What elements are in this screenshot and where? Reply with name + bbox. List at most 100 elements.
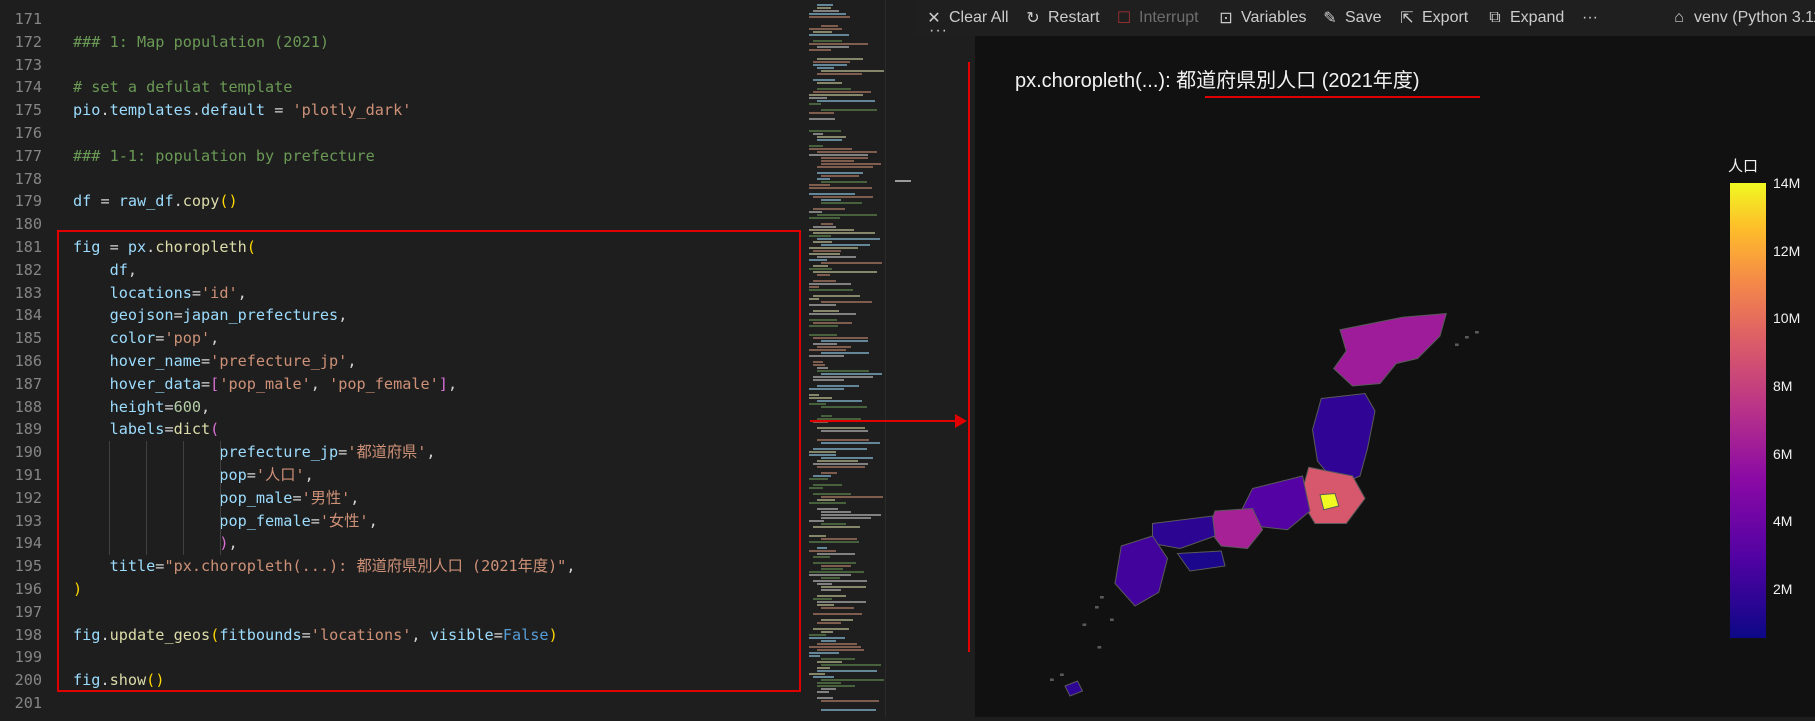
minimap-line [817,88,852,90]
minimap-line [821,568,843,570]
minimap-line [817,427,866,429]
map-island [1465,336,1469,339]
line-number: 179 [14,192,42,211]
code-token: default [201,101,266,120]
code-line[interactable]: 171 [0,8,805,31]
minimap-line [817,238,881,240]
minimap-line [817,73,863,75]
kernel-selector[interactable]: ⌂ venv (Python 3.11 [1670,0,1815,36]
code-highlight-box [57,230,801,692]
minimap-line [817,661,843,663]
minimap-line [821,517,871,519]
minimap-line [817,670,878,672]
line-number: 180 [14,215,42,234]
minimap-line [821,709,877,711]
minimap-line [813,337,868,339]
minimap-line [813,676,834,678]
minimap-line [817,82,842,84]
minimap-line [817,553,856,555]
code-token: . [100,101,110,120]
minimap-line [817,667,831,669]
map-region-shikoku[interactable] [1176,550,1226,572]
minimap-line [809,634,826,636]
minimap-line [817,274,830,276]
export-button[interactable]: ⇱ Export [1398,0,1468,36]
minimap-line [817,400,862,402]
minimap-line [813,31,833,33]
code-line[interactable]: 179 df = raw_df.copy() [0,190,805,213]
code-line[interactable]: 178 [0,168,805,191]
minimap-line [821,496,884,498]
minimap-line [817,100,875,102]
line-number: 195 [14,557,42,576]
minimap-line [813,295,860,297]
minimap-line [809,235,831,237]
minimap-line [809,502,846,504]
map-region-hokkaido[interactable] [1333,312,1447,387]
minimap-line [809,652,840,654]
line-code: df = raw_df.copy() [73,190,238,213]
minimap-line [809,304,837,306]
code-token: templates [109,101,192,120]
minimap-line [817,67,835,69]
restart-button[interactable]: ↻ Restart [1024,0,1099,36]
map-region-kyushu[interactable] [1114,535,1169,607]
minimap-line [821,70,885,72]
minimap-line [821,244,870,246]
colorbar-tick-label: 4M [1773,513,1793,530]
variables-icon: ⊡ [1219,10,1233,27]
line-number: 182 [14,260,42,279]
line-number: 191 [14,466,42,484]
save-button[interactable]: ✎ Save [1321,0,1381,36]
map-region-chugoku[interactable] [1152,515,1216,550]
interrupt-button[interactable]: ☐ Interrupt [1115,0,1199,36]
output-more-icon[interactable]: ··· [929,22,948,40]
code-line[interactable]: 176 [0,122,805,145]
minimap[interactable] [805,0,885,717]
colorbar [1730,183,1766,638]
minimap-line [813,91,871,93]
chart-title: px.choropleth(...): 都道府県別人口 (2021年度) [1015,70,1420,92]
map-island [1097,646,1102,649]
editor-scrollbar[interactable] [885,0,916,717]
code-line[interactable]: 174 # set a defulat template [0,76,805,99]
map-region-kansai[interactable] [1208,507,1264,550]
minimap-line [809,154,869,156]
minimap-line [809,43,868,45]
minimap-line [821,223,833,225]
variables-button[interactable]: ⊡ Variables [1217,0,1306,36]
minimap-line [813,64,848,66]
code-line[interactable]: 175 pio.templates.default = 'plotly_dark' [0,99,805,122]
code-line[interactable]: 172 ### 1: Map population (2021) [0,31,805,54]
minimap-line [809,103,822,105]
line-number: 200 [14,671,42,690]
minimap-line [813,379,845,381]
minimap-line [813,40,843,42]
map-region-okinawa[interactable] [1064,680,1084,697]
minimap-line [821,181,868,183]
expand-icon: ⧉ [1489,9,1501,26]
line-code: ### 1: Map population (2021) [73,31,329,54]
expand-button[interactable]: ⧉ Expand [1486,0,1564,36]
minimap-line [817,697,834,699]
minimap-line [809,454,837,456]
minimap-line [821,340,868,342]
code-line[interactable]: 177 ### 1-1: population by prefecture [0,145,805,168]
minimap-line [809,313,857,315]
minimap-line [813,79,835,81]
minimap-line [809,187,872,189]
minimap-line [809,550,837,552]
colorbar-tick-label: 10M [1773,310,1801,327]
stop-icon: ☐ [1116,10,1132,27]
code-line[interactable]: 201 [0,692,805,715]
minimap-line [821,199,841,201]
minimap-line [821,658,856,660]
minimap-line [821,523,846,525]
line-number: 172 [14,32,42,51]
minimap-line [813,562,856,564]
map-island [1060,673,1064,676]
save-label: Save [1345,9,1382,26]
code-line[interactable]: 173 [0,54,805,77]
minimap-line [809,520,825,522]
more-actions-button[interactable]: ··· [1582,0,1598,36]
